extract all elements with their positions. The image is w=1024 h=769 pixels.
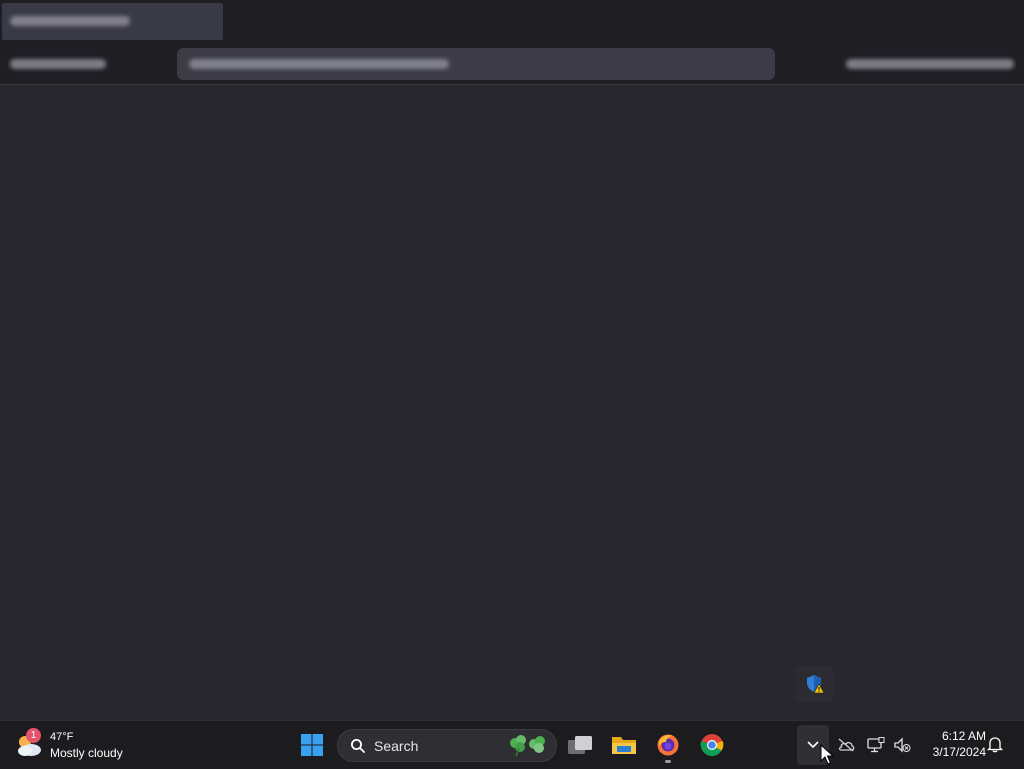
cloudy-sun-icon: 1: [14, 728, 44, 760]
firefox-icon: [657, 734, 679, 756]
clock-time: 6:12 AM: [941, 729, 986, 743]
onedrive-icon[interactable]: [836, 735, 856, 755]
firefox-button[interactable]: [648, 725, 688, 765]
network-icon[interactable]: [866, 735, 886, 755]
blurred-tab-title: [10, 16, 130, 26]
weather-temperature: 47°F: [50, 731, 74, 743]
system-clock[interactable]: 6:12 AM 3/17/2024: [920, 728, 986, 760]
windows-start-icon: [301, 734, 323, 756]
taskbar: 1 47°F Mostly cloudy Search 6:12 AM 3/17…: [0, 720, 1024, 769]
page-content: [0, 85, 1024, 720]
weather-badge: 1: [26, 728, 41, 743]
address-bar[interactable]: [177, 48, 775, 80]
running-indicator: [665, 760, 671, 763]
taskbar-search[interactable]: Search: [337, 729, 557, 762]
security-warning-popup[interactable]: [796, 666, 834, 702]
blurred-url: [189, 59, 449, 69]
notification-bell-icon[interactable]: [986, 735, 1006, 755]
mouse-cursor-icon: [820, 744, 834, 765]
file-explorer-icon: [612, 737, 636, 754]
chrome-button[interactable]: [692, 725, 732, 765]
browser-tab[interactable]: [2, 3, 223, 40]
blurred-toolbar-right: [846, 59, 1014, 69]
start-button[interactable]: [292, 725, 332, 765]
chrome-icon: [700, 734, 724, 756]
shield-warning-icon: [807, 675, 825, 694]
blurred-toolbar-left: [10, 59, 106, 69]
volume-muted-icon[interactable]: [892, 735, 912, 755]
weather-condition: Mostly cloudy: [50, 746, 123, 760]
task-view-button[interactable]: [560, 725, 600, 765]
search-label: Search: [374, 737, 419, 754]
window-titlebar: [0, 0, 1024, 44]
shamrock-highlight-icon: [510, 734, 545, 756]
search-icon: [351, 738, 365, 753]
task-view-icon: [568, 736, 592, 754]
weather-widget[interactable]: 1 47°F Mostly cloudy: [14, 725, 123, 765]
chevron-down-icon: [807, 741, 819, 749]
file-explorer-button[interactable]: [604, 725, 644, 765]
browser-toolbar: [0, 44, 1024, 85]
clock-date: 3/17/2024: [932, 745, 986, 759]
